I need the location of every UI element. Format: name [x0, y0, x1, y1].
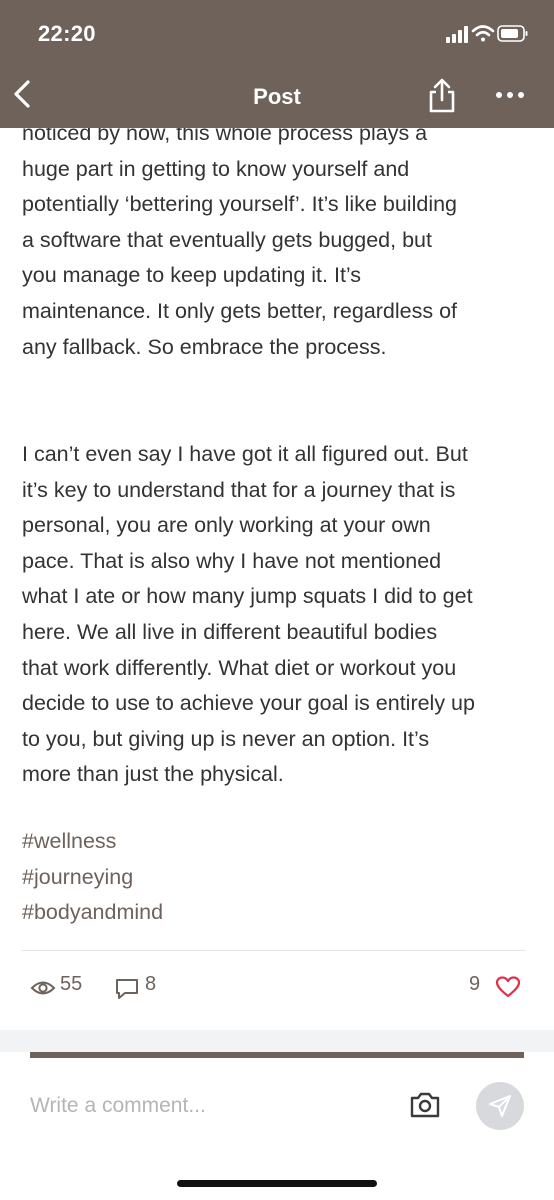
likes-count: 9 — [469, 973, 481, 995]
hashtag-link[interactable]: #bodyandmind — [22, 895, 163, 931]
status-time: 22:20 — [38, 21, 96, 46]
send-icon — [489, 1095, 511, 1117]
divider — [22, 950, 525, 951]
post-paragraph: I can’t even say I have got it all figur… — [22, 442, 475, 787]
comments-count: 8 — [145, 973, 157, 995]
signal-icon — [446, 26, 468, 43]
comment-input[interactable] — [30, 1090, 390, 1122]
hashtag-link[interactable]: #wellness — [22, 824, 163, 860]
more-icon[interactable] — [494, 88, 526, 102]
status-icons — [412, 22, 532, 46]
eye-icon — [30, 978, 56, 998]
views-count: 55 — [60, 973, 83, 995]
page-title: Post — [253, 84, 301, 109]
comment-bubble-icon[interactable] — [114, 977, 140, 1001]
hashtag-list: #wellness #journeying #bodyandmind — [22, 824, 163, 931]
separator-band — [0, 1030, 554, 1052]
send-button[interactable] — [476, 1082, 524, 1130]
wifi-icon — [471, 25, 495, 42]
hashtag-link[interactable]: #journeying — [22, 860, 163, 896]
battery-icon — [497, 25, 528, 42]
camera-icon[interactable] — [408, 1090, 442, 1120]
heart-icon[interactable] — [495, 975, 521, 999]
home-indicator — [177, 1180, 377, 1187]
top-header: 22:20 Post — [0, 0, 554, 128]
comment-bar — [0, 1058, 554, 1200]
post-paragraph: noticed by now, this whole process plays… — [22, 128, 458, 359]
post-content: noticed by now, this whole process plays… — [0, 128, 554, 1048]
share-icon[interactable] — [424, 76, 460, 116]
